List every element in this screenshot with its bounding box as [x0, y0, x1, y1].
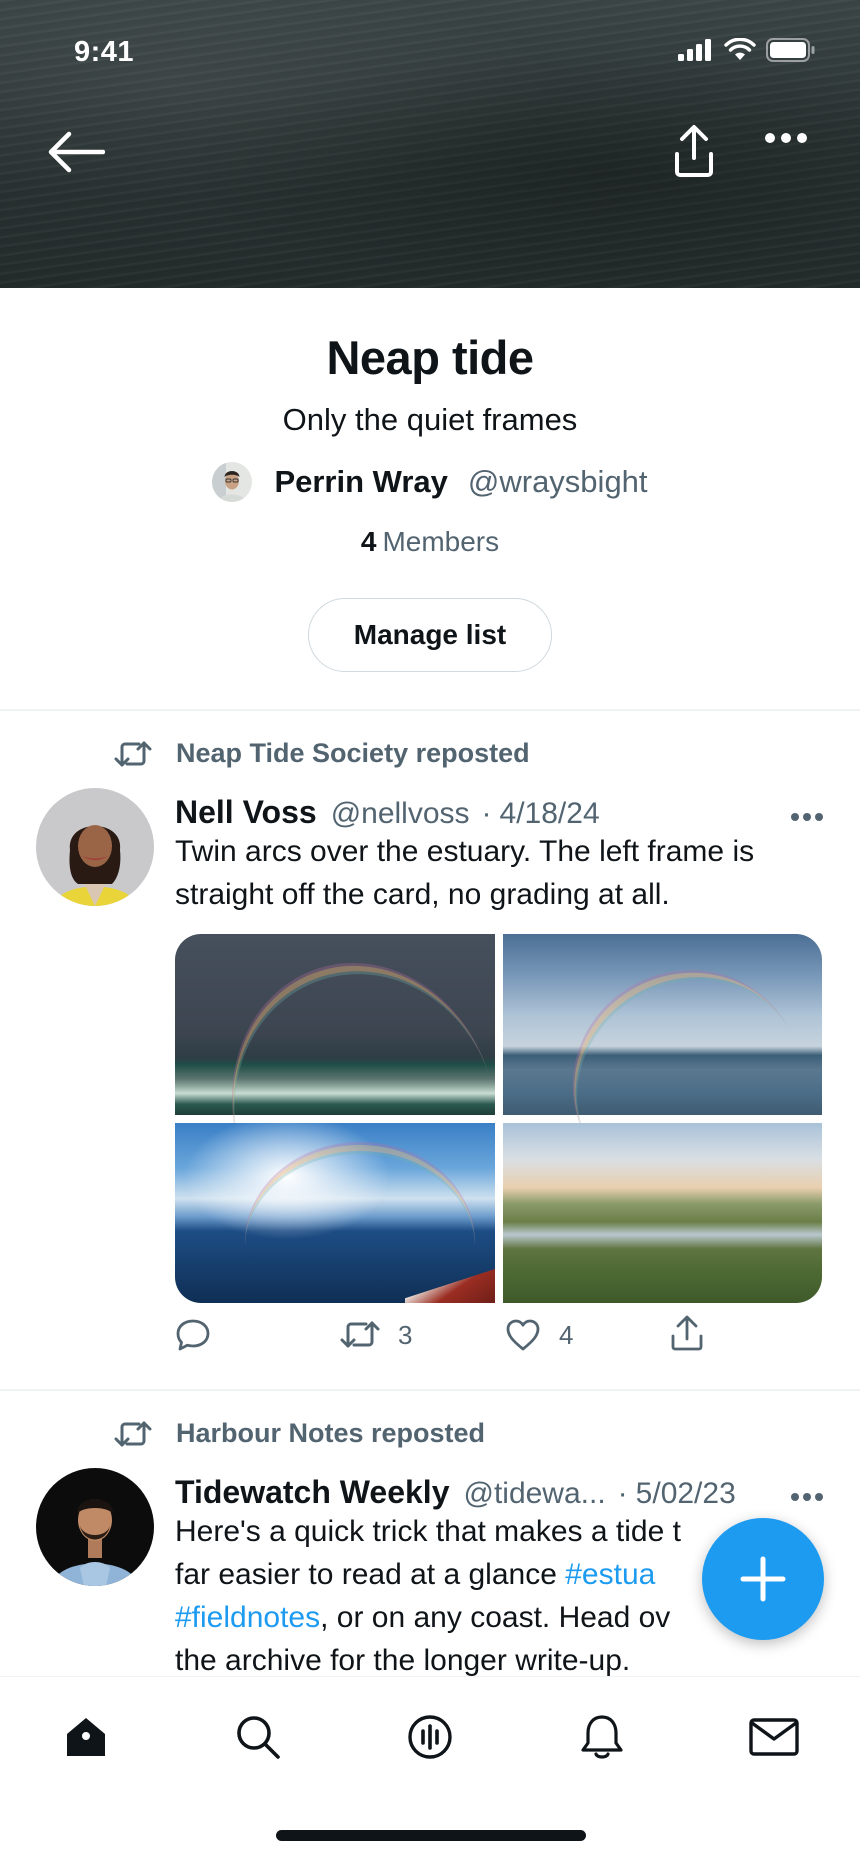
- list-owner[interactable]: Perrin Wray @wraysbight: [0, 462, 860, 502]
- signal-icon: [678, 39, 711, 61]
- status-time: 9:41: [74, 36, 135, 68]
- owner-avatar[interactable]: [212, 462, 253, 502]
- tab-notifications[interactable]: [572, 1707, 632, 1767]
- list-description: Only the quiet frames: [282, 402, 578, 437]
- share-post-button[interactable]: [670, 1314, 704, 1352]
- tab-search[interactable]: [228, 1707, 288, 1767]
- author-name[interactable]: Nell Voss: [175, 794, 317, 831]
- arrow-left-icon: [48, 131, 105, 173]
- home-indicator: [276, 1830, 586, 1841]
- media-image[interactable]: [502, 934, 822, 1237]
- heart-icon: [506, 1319, 540, 1351]
- hashtag-link[interactable]: #fieldnotes: [175, 1601, 320, 1634]
- post-header: Tidewatch Weekly @tidewa... · 5/02/23: [175, 1474, 736, 1511]
- repost-label[interactable]: Harbour Notes reposted: [176, 1418, 485, 1449]
- repost-indicator: Neap Tide Society reposted: [114, 738, 530, 769]
- media-image[interactable]: [175, 934, 535, 1297]
- author-handle[interactable]: @nellvoss: [331, 797, 470, 831]
- more-horizontal-icon: [765, 133, 807, 143]
- repost-icon: [114, 1421, 152, 1446]
- author-handle[interactable]: @tidewa...: [463, 1477, 605, 1511]
- hashtag-link[interactable]: #estua: [565, 1558, 655, 1591]
- avatar[interactable]: [36, 1468, 154, 1586]
- repost-count: 3: [398, 1319, 413, 1350]
- more-horizontal-icon: [791, 813, 823, 821]
- wifi-icon: [724, 38, 756, 60]
- list-title: Neap tide: [326, 331, 534, 384]
- status-bar: 9:41: [0, 0, 860, 104]
- owner-name[interactable]: Perrin Wray: [274, 464, 447, 500]
- post-header: Nell Voss @nellvoss · 4/18/24: [175, 794, 600, 831]
- spaces-icon: [408, 1715, 452, 1759]
- post-text-line: the archive for the longer write-up.: [175, 1644, 631, 1676]
- repost-button[interactable]: 3: [340, 1318, 412, 1352]
- post-date[interactable]: 4/18/24: [500, 797, 600, 831]
- post-more-button[interactable]: [790, 810, 824, 822]
- reply-button[interactable]: [175, 1318, 211, 1352]
- share-icon: [675, 125, 713, 177]
- tab-spaces[interactable]: [400, 1707, 460, 1767]
- media-image[interactable]: [175, 1122, 495, 1303]
- avatar[interactable]: [36, 788, 154, 906]
- separator: ·: [481, 797, 492, 830]
- media-image[interactable]: [502, 1122, 822, 1303]
- search-icon: [237, 1716, 280, 1759]
- post-more-button[interactable]: [790, 1490, 824, 1502]
- compose-button[interactable]: [702, 1518, 824, 1640]
- members-number: 4: [360, 526, 377, 557]
- media-grid[interactable]: [175, 934, 822, 1303]
- manage-list-button[interactable]: Manage list: [308, 598, 552, 672]
- mail-icon: [749, 1718, 799, 1756]
- owner-handle[interactable]: @wraysbight: [468, 464, 648, 500]
- back-button[interactable]: [40, 122, 112, 182]
- members-count[interactable]: 4 Members: [0, 526, 860, 558]
- reply-icon: [176, 1319, 210, 1351]
- battery-icon: [766, 38, 815, 62]
- separator: ·: [617, 1477, 628, 1510]
- divider: [0, 709, 860, 711]
- repost-icon: [340, 1321, 380, 1348]
- more-options-button[interactable]: [756, 118, 816, 158]
- repost-label[interactable]: Neap Tide Society reposted: [176, 738, 530, 769]
- post-text: Twin arcs over the estuary. The left fra…: [175, 835, 755, 911]
- members-label: Members: [382, 526, 500, 557]
- repost-icon: [114, 741, 152, 766]
- author-name[interactable]: Tidewatch Weekly: [175, 1474, 449, 1511]
- tab-messages[interactable]: [744, 1707, 804, 1767]
- like-count: 4: [559, 1319, 574, 1350]
- plus-icon: [740, 1556, 786, 1602]
- home-icon: [67, 1718, 105, 1756]
- more-horizontal-icon: [791, 1493, 823, 1501]
- bell-icon: [581, 1715, 623, 1759]
- status-icons: [678, 38, 816, 62]
- share-icon: [671, 1315, 703, 1351]
- divider: [0, 1389, 860, 1391]
- share-button[interactable]: [664, 118, 724, 184]
- post-actions: 3 4: [175, 1315, 735, 1358]
- repost-indicator: Harbour Notes reposted: [114, 1418, 485, 1449]
- like-button[interactable]: 4: [505, 1318, 573, 1352]
- post-date[interactable]: 5/02/23: [636, 1477, 736, 1511]
- tab-home[interactable]: [56, 1707, 116, 1767]
